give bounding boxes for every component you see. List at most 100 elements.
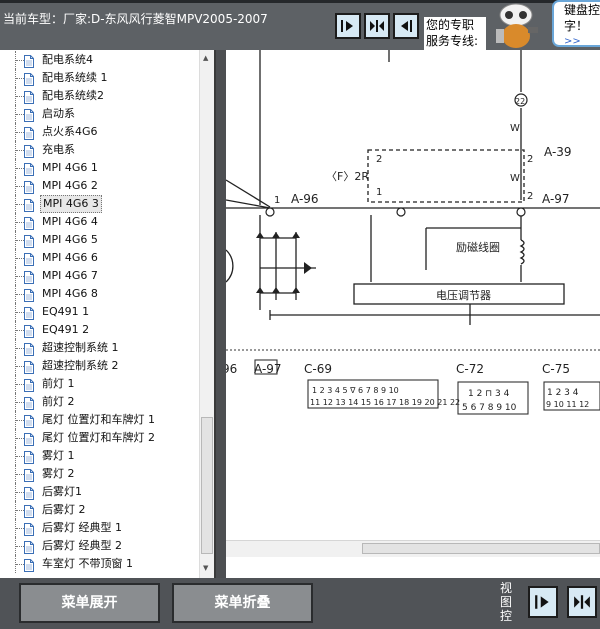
tree-item[interactable]: 超速控制系统 1 — [0, 339, 200, 357]
tree-item[interactable]: 雾灯 2 — [0, 465, 200, 483]
pin-number: 2 — [527, 191, 533, 202]
tree-item[interactable]: EQ491 1 — [0, 303, 200, 321]
document-icon — [24, 215, 34, 230]
view-fit-button[interactable] — [567, 586, 597, 618]
tree-item[interactable]: MPI 4G6 7 — [0, 267, 200, 285]
tree-item-label: 前灯 2 — [42, 395, 75, 408]
connector-label-a96: A-96 — [291, 192, 319, 206]
tree-item-label: 尾灯 位置灯和车牌灯 1 — [42, 413, 155, 426]
tree-item[interactable]: 后雾灯1 — [0, 483, 200, 501]
tree-item-label: 前灯 1 — [42, 377, 75, 390]
scroll-down-icon[interactable]: ▼ — [203, 564, 208, 572]
tree-line — [16, 132, 24, 133]
document-icon — [24, 107, 34, 122]
tree-item[interactable]: MPI 4G6 2 — [0, 177, 200, 195]
tree-item[interactable]: 配电系统4 — [0, 51, 200, 69]
view-control-label: 视图控 — [500, 581, 513, 623]
tree-item[interactable]: 尾灯 位置灯和车牌灯 1 — [0, 411, 200, 429]
scrollbar-thumb[interactable] — [201, 417, 213, 554]
tree-item[interactable]: 启动系 — [0, 105, 200, 123]
scroll-up-icon[interactable]: ▲ — [203, 54, 208, 62]
connector-label-a97: A-97 — [542, 192, 570, 206]
tree-item[interactable]: 后雾灯 2 — [0, 501, 200, 519]
pin-number: 1 — [376, 187, 382, 198]
document-icon — [24, 431, 34, 446]
c72-pin-row-1: 1 2 ⊓ 3 4 — [468, 389, 510, 399]
tree-line — [16, 204, 24, 205]
tree-item[interactable]: MPI 4G6 6 — [0, 249, 200, 267]
voltage-regulator-label: 电压调节器 — [436, 289, 491, 302]
tree-line — [16, 528, 24, 529]
hotline-line1: 您的专职 — [426, 18, 475, 32]
excitation-coil-label: 励磁线圈 — [456, 240, 500, 254]
connector-label-a97-bottom: A-97 — [254, 362, 282, 376]
tree-item[interactable]: 充电系 — [0, 141, 200, 159]
tree-item-label: EQ491 2 — [42, 323, 90, 336]
tree-line — [16, 438, 24, 439]
tree-item-label: 雾灯 1 — [42, 449, 75, 462]
keyboard-tip-box: 键盘控 字！ >> — [552, 0, 600, 47]
tree-line — [16, 294, 24, 295]
diagram-horizontal-scrollbar[interactable] — [226, 540, 600, 557]
next-page-button[interactable] — [335, 13, 361, 39]
fit-width-button[interactable] — [364, 13, 390, 39]
tree-item-label: MPI 4G6 7 — [42, 269, 98, 282]
viewer-left-border — [216, 50, 226, 578]
tree-item[interactable]: 雾灯 1 — [0, 447, 200, 465]
tree-item[interactable]: MPI 4G6 8 — [0, 285, 200, 303]
tip-more-link[interactable]: >> — [564, 34, 600, 50]
document-icon — [24, 323, 34, 338]
tree-item-label: MPI 4G6 3 — [40, 195, 102, 213]
hotline-line2: 服务专线: — [426, 34, 479, 48]
document-icon — [24, 359, 34, 374]
tree-item-label: 尾灯 位置灯和车牌灯 2 — [42, 431, 155, 444]
tree-vertical-scrollbar[interactable]: ▲ ▼ — [199, 50, 214, 578]
tree-item-label: 配电系统4 — [42, 53, 93, 66]
tree-item-label: 后雾灯 2 — [42, 503, 86, 516]
document-icon — [24, 449, 34, 464]
document-icon — [24, 269, 34, 284]
tree-item[interactable]: MPI 4G6 4 — [0, 213, 200, 231]
tree-item[interactable]: MPI 4G6 3 — [0, 195, 200, 213]
scrollbar-thumb[interactable] — [362, 543, 600, 554]
tree-line — [16, 420, 24, 421]
tree-item[interactable]: 尾灯 位置灯和车牌灯 2 — [0, 429, 200, 447]
collapse-menu-button[interactable]: 菜单折叠 — [172, 583, 313, 623]
tree-line — [16, 150, 24, 151]
menu-tree-panel: 配电系统4 配电系统续 1 配电系统续2 启动系点火系4G6 充电系 MPI 4G6 1 M… — [0, 50, 216, 578]
tree-item[interactable]: MPI 4G6 1 — [0, 159, 200, 177]
tree-item-label: 启动系 — [42, 107, 75, 120]
tree-item[interactable]: 配电系统续2 — [0, 87, 200, 105]
tree-line — [16, 510, 24, 511]
tree-line — [16, 330, 24, 331]
tree-line — [16, 258, 24, 259]
tree-item[interactable]: 车室灯 不带顶窗 1 — [0, 555, 200, 573]
previous-page-button[interactable] — [393, 13, 419, 39]
tree-item-label: 超速控制系统 1 — [42, 341, 119, 354]
current-model-label: 当前车型：厂家:D-东风风行菱智MPV2005-2007 — [3, 12, 268, 26]
tree-item[interactable]: 后雾灯 经典型 1 — [0, 519, 200, 537]
document-icon — [24, 161, 34, 176]
tree-item-label: MPI 4G6 8 — [42, 287, 98, 300]
tree-item[interactable]: 后雾灯 经典型 2 — [0, 537, 200, 555]
c69-pin-row-1: 1 2 3 4 5 ∇ 6 7 8 9 10 — [312, 386, 399, 395]
tree-item-label: 雾灯 2 — [42, 467, 75, 480]
tree-item[interactable]: 超速控制系统 2 — [0, 357, 200, 375]
view-next-button[interactable] — [528, 586, 558, 618]
tree-item[interactable]: EQ491 2 — [0, 321, 200, 339]
tree-item-label: 后雾灯1 — [42, 485, 82, 498]
tree-item[interactable]: MPI 4G6 5 — [0, 231, 200, 249]
tree-item-label: EQ491 1 — [42, 305, 90, 318]
document-icon — [24, 233, 34, 248]
expand-menu-button[interactable]: 菜单展开 — [19, 583, 160, 623]
document-icon — [24, 395, 34, 410]
tree-item[interactable]: 点火系4G6 — [0, 123, 200, 141]
tree-item[interactable]: 配电系统续 1 — [0, 69, 200, 87]
tree-item-label: MPI 4G6 1 — [42, 161, 98, 174]
tree-item[interactable]: 前灯 2 — [0, 393, 200, 411]
wiring-diagram: A-96 A-97 A-39 〈F〉2R 励磁线圈 电压调节器 W W 22 2… — [226, 50, 600, 415]
document-icon — [24, 251, 34, 266]
tree-item[interactable]: 前灯 1 — [0, 375, 200, 393]
tree-line — [16, 366, 24, 367]
document-icon — [24, 125, 34, 140]
